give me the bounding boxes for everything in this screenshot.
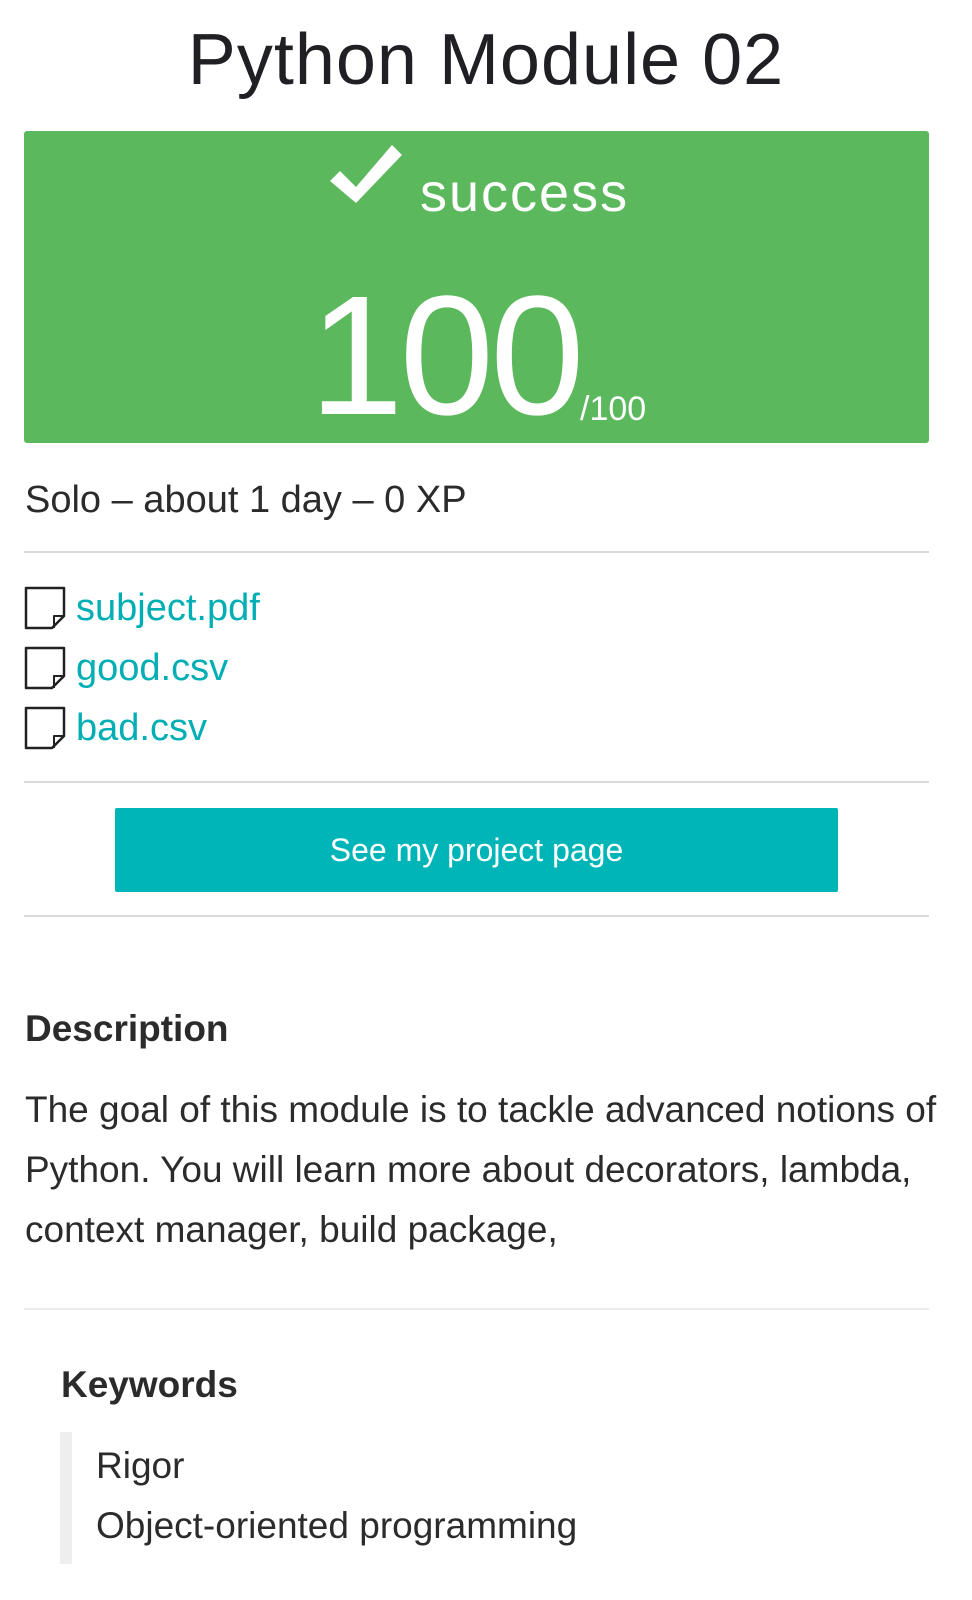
attachment-item: good.csv [24,638,260,698]
score-value: 100 [309,261,585,451]
attachment-item: bad.csv [24,698,260,758]
see-project-page-button[interactable]: See my project page [115,808,838,892]
description-text: The goal of this module is to tackle adv… [25,1089,937,1250]
attachment-link-bad-csv[interactable]: bad.csv [76,704,207,752]
page-title: Python Module 02 [187,20,785,100]
divider [24,915,929,917]
file-icon [24,706,66,750]
project-page: Python Module 02 success 100 /100 Solo –… [0,0,972,1600]
score-max: /100 [580,390,647,428]
keywords-list: Rigor Object-oriented programming [60,1432,760,1564]
status-row: success [24,141,929,236]
status-label: success [420,163,630,223]
attachment-link-good-csv[interactable]: good.csv [76,644,228,692]
result-banner: success 100 /100 [24,131,929,443]
description-heading: Description [25,1008,229,1049]
divider [24,781,929,783]
file-icon [24,646,66,690]
checkmark-icon [330,145,402,203]
attachment-link-subject-pdf[interactable]: subject.pdf [76,584,260,632]
keywords-heading: Keywords [61,1364,238,1405]
attachment-list: subject.pdf good.csv bad.csv [24,578,260,758]
divider [24,551,929,553]
divider [24,1308,929,1310]
project-meta: Solo – about 1 day – 0 XP [25,479,467,521]
file-icon [24,586,66,630]
attachment-item: subject.pdf [24,578,260,638]
keyword-item: Object-oriented programming [96,1505,578,1546]
keyword-item: Rigor [96,1445,185,1486]
